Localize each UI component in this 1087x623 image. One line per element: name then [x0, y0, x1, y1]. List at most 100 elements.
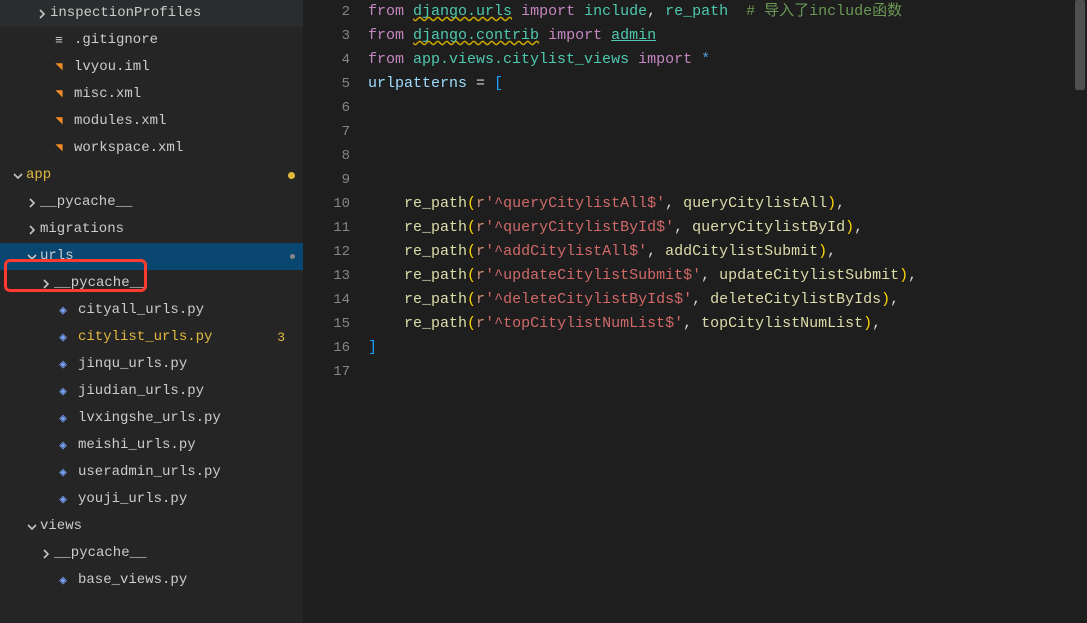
- chevron-down-icon[interactable]: [24, 519, 40, 535]
- code-line: re_path(r'^queryCitylistAll$', queryCity…: [368, 192, 1073, 216]
- python-file-icon: ◈: [54, 329, 72, 347]
- xml-file-icon: ◥: [50, 59, 68, 77]
- line-number: 16: [303, 336, 350, 360]
- line-number: 14: [303, 288, 350, 312]
- gitignore-file-icon: ≡: [50, 32, 68, 50]
- editor[interactable]: 234567891011121314151617 from django.url…: [303, 0, 1087, 623]
- python-file-icon: ◈: [54, 491, 72, 509]
- code-line: re_path(r'^addCitylistAll$', addCitylist…: [368, 240, 1073, 264]
- code-line: from app.views.citylist_views import *: [368, 48, 1073, 72]
- chevron-down-icon[interactable]: [24, 249, 40, 265]
- tree-item-label: meishi_urls.py: [78, 432, 295, 459]
- tree-file[interactable]: ◈base_views.py: [0, 567, 303, 594]
- tree-item-label: lvyou.iml: [74, 54, 295, 81]
- python-file-icon: ◈: [54, 437, 72, 455]
- tree-folder[interactable]: __pycache__: [0, 270, 303, 297]
- tree-item-label: jiudian_urls.py: [78, 378, 295, 405]
- line-number: 10: [303, 192, 350, 216]
- code-line: re_path(r'^updateCitylistSubmit$', updat…: [368, 264, 1073, 288]
- tree-item-label: jinqu_urls.py: [78, 351, 295, 378]
- code-line: [368, 144, 1073, 168]
- tree-file[interactable]: ◈ citylist_urls.py3: [0, 324, 303, 351]
- problems-count-badge: 3: [277, 324, 295, 351]
- code-line: [368, 120, 1073, 144]
- status-dot-icon: [290, 254, 295, 259]
- code-line: ]: [368, 336, 1073, 360]
- tree-item-label: cityall_urls.py: [78, 297, 295, 324]
- tree-item-label: __pycache__: [40, 189, 295, 216]
- tree-item-label: workspace.xml: [74, 135, 295, 162]
- tree-folder[interactable]: views: [0, 513, 303, 540]
- chevron-right-icon[interactable]: [38, 276, 54, 292]
- tree-file[interactable]: ◥ workspace.xml: [0, 135, 303, 162]
- tree-folder[interactable]: inspectionProfiles: [0, 0, 303, 27]
- python-file-icon: ◈: [54, 383, 72, 401]
- python-file-icon: ◈: [54, 410, 72, 428]
- tree-item-label: youji_urls.py: [78, 486, 295, 513]
- xml-file-icon: ◥: [50, 140, 68, 158]
- tree-file[interactable]: ◈ cityall_urls.py: [0, 297, 303, 324]
- tree-item-label: modules.xml: [74, 108, 295, 135]
- tree-file[interactable]: ◥ misc.xml: [0, 81, 303, 108]
- tree-item-label: lvxingshe_urls.py: [78, 405, 295, 432]
- line-number: 11: [303, 216, 350, 240]
- tree-item-label: urls: [40, 243, 284, 270]
- tree-item-label: base_views.py: [78, 567, 295, 594]
- tree-file[interactable]: ◈useradmin_urls.py: [0, 459, 303, 486]
- line-number: 7: [303, 120, 350, 144]
- tree-item-label: misc.xml: [74, 81, 295, 108]
- xml-file-icon: ◥: [50, 86, 68, 104]
- tree-file[interactable]: ◥ lvyou.iml: [0, 54, 303, 81]
- code-line: urlpatterns = [: [368, 72, 1073, 96]
- tree-folder[interactable]: __pycache__: [0, 540, 303, 567]
- chevron-right-icon[interactable]: [34, 6, 50, 22]
- tree-item-label: migrations: [40, 216, 295, 243]
- code-content[interactable]: from django.urls import include, re_path…: [368, 0, 1073, 623]
- code-line: [368, 360, 1073, 384]
- tree-file[interactable]: ◈ meishi_urls.py: [0, 432, 303, 459]
- tree-file[interactable]: ◈ jinqu_urls.py: [0, 351, 303, 378]
- chevron-right-icon[interactable]: [24, 222, 40, 238]
- chevron-right-icon[interactable]: [24, 195, 40, 211]
- editor-scrollbar[interactable]: [1073, 0, 1087, 623]
- line-number: 8: [303, 144, 350, 168]
- line-number: 2: [303, 0, 350, 24]
- code-line: from django.contrib import admin: [368, 24, 1073, 48]
- code-line: re_path(r'^queryCitylistById$', queryCit…: [368, 216, 1073, 240]
- line-number: 13: [303, 264, 350, 288]
- code-line: from django.urls import include, re_path…: [368, 0, 1073, 24]
- tree-file[interactable]: ◈ lvxingshe_urls.py: [0, 405, 303, 432]
- xml-file-icon: ◥: [50, 113, 68, 131]
- tree-item-label: citylist_urls.py: [78, 324, 277, 351]
- tree-folder[interactable]: app: [0, 162, 303, 189]
- line-number: 9: [303, 168, 350, 192]
- tree-item-label: __pycache__: [54, 270, 295, 297]
- tree-item-label: .gitignore: [74, 27, 295, 54]
- tree-item-label: views: [40, 513, 295, 540]
- tree-folder[interactable]: migrations: [0, 216, 303, 243]
- tree-item-label: app: [26, 162, 282, 189]
- tree-file[interactable]: ◈ jiudian_urls.py: [0, 378, 303, 405]
- line-number: 6: [303, 96, 350, 120]
- tree-item-label: useradmin_urls.py: [78, 459, 295, 486]
- modified-dot-icon: [288, 172, 295, 179]
- code-line: [368, 96, 1073, 120]
- line-number: 5: [303, 72, 350, 96]
- file-explorer[interactable]: inspectionProfiles≡.gitignore◥lvyou.iml◥…: [0, 0, 303, 623]
- line-number-gutter: 234567891011121314151617: [303, 0, 368, 623]
- tree-file[interactable]: ◈ youji_urls.py: [0, 486, 303, 513]
- chevron-down-icon[interactable]: [10, 168, 26, 184]
- python-file-icon: ◈: [54, 302, 72, 320]
- line-number: 4: [303, 48, 350, 72]
- tree-folder[interactable]: urls: [0, 243, 303, 270]
- line-number: 15: [303, 312, 350, 336]
- python-file-icon: ◈: [54, 356, 72, 374]
- tree-item-label: inspectionProfiles: [50, 0, 295, 27]
- chevron-right-icon[interactable]: [38, 546, 54, 562]
- line-number: 17: [303, 360, 350, 384]
- tree-file[interactable]: ◥ modules.xml: [0, 108, 303, 135]
- tree-folder[interactable]: __pycache__: [0, 189, 303, 216]
- tree-file[interactable]: ≡ .gitignore: [0, 27, 303, 54]
- code-line: re_path(r'^deleteCitylistByIds$', delete…: [368, 288, 1073, 312]
- scrollbar-thumb[interactable]: [1075, 0, 1085, 90]
